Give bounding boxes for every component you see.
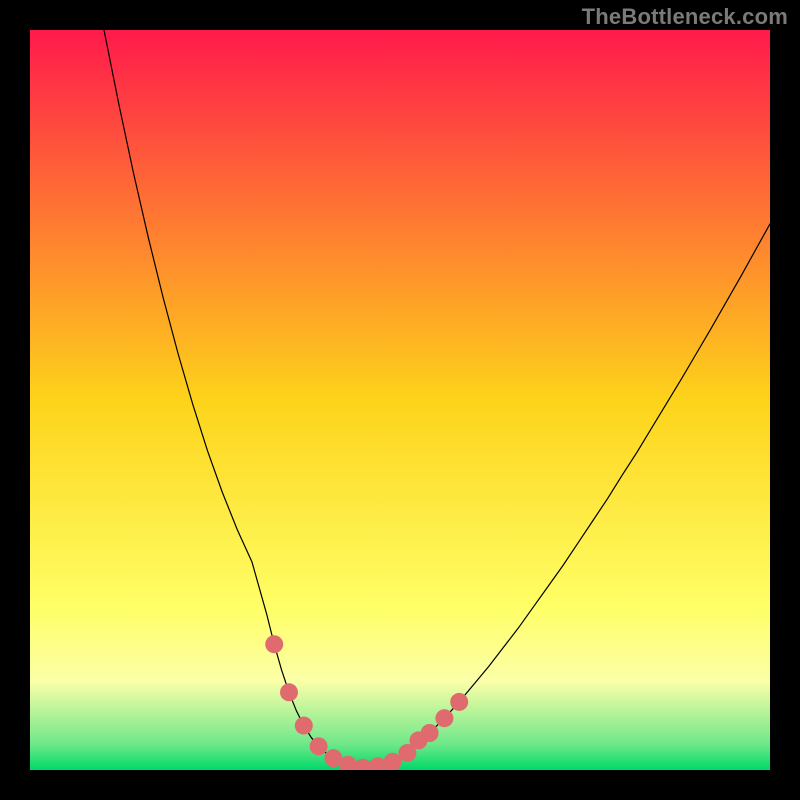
- gradient-background: [30, 30, 770, 770]
- plot-area: [30, 30, 770, 770]
- watermark-text: TheBottleneck.com: [582, 4, 788, 30]
- highlight-dot: [310, 737, 328, 755]
- highlight-dot: [421, 724, 439, 742]
- highlight-dot: [450, 693, 468, 711]
- highlight-dot: [280, 683, 298, 701]
- chart-frame: TheBottleneck.com: [0, 0, 800, 800]
- highlight-dot: [295, 717, 313, 735]
- highlight-dot: [435, 709, 453, 727]
- plot-svg: [30, 30, 770, 770]
- highlight-dot: [265, 635, 283, 653]
